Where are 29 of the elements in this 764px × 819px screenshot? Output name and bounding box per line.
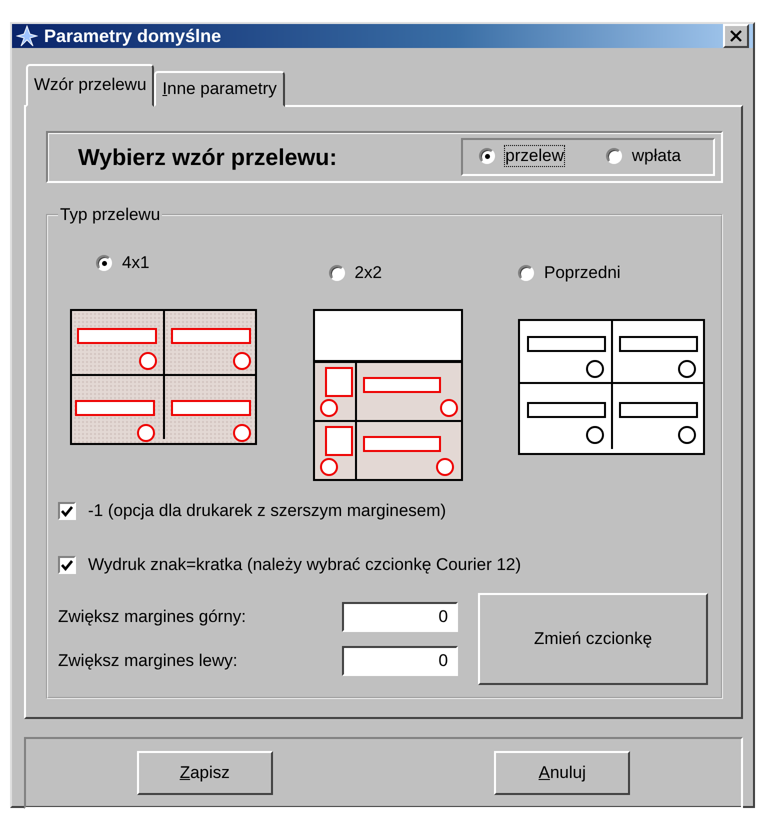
radio-label[interactable]: 2x2 bbox=[354, 263, 382, 283]
dialog-button[interactable]: Zapisz bbox=[136, 751, 273, 795]
margin-input[interactable]: 0 bbox=[342, 646, 458, 676]
radio-label[interactable]: Poprzedni bbox=[544, 263, 621, 283]
margin-input[interactable]: 0 bbox=[342, 602, 458, 632]
tab[interactable]: Wzór przelewu bbox=[26, 64, 154, 107]
radio-button[interactable] bbox=[606, 148, 622, 164]
close-button[interactable] bbox=[723, 24, 749, 48]
template-label: Wybierz wzór przelewu: bbox=[78, 144, 338, 170]
group-title: Typ przelewu bbox=[59, 205, 162, 225]
radio-button[interactable] bbox=[518, 265, 534, 281]
radio-button[interactable] bbox=[479, 148, 496, 164]
tab[interactable]: Inne parametry bbox=[154, 71, 285, 107]
checkbox[interactable] bbox=[58, 556, 76, 574]
radio-label[interactable]: wpłata bbox=[632, 146, 681, 166]
checkbox-label[interactable]: Wydruk znak=kratka (należy wybrać czcionkę Courier 12) bbox=[88, 555, 522, 575]
close-icon bbox=[729, 30, 743, 42]
radio-button[interactable] bbox=[328, 265, 344, 281]
dialog-button[interactable]: Anuluj bbox=[494, 751, 630, 795]
field-label: Zwiększ margines górny: bbox=[58, 607, 246, 627]
checkbox-label[interactable]: -1 (opcja dla drukarek z szerszym marginesem) bbox=[88, 501, 446, 521]
field-label: Zwiększ margines lewy: bbox=[58, 651, 238, 671]
change-font-button[interactable]: Zmień czcionkę bbox=[478, 593, 708, 685]
app-icon bbox=[16, 25, 38, 47]
window-title: Parametry domyślne bbox=[44, 26, 222, 46]
radio-label[interactable]: przelew bbox=[505, 146, 564, 166]
radio-button[interactable] bbox=[96, 255, 112, 271]
checkbox[interactable] bbox=[58, 502, 76, 520]
radio-label[interactable]: 4x1 bbox=[122, 253, 150, 273]
